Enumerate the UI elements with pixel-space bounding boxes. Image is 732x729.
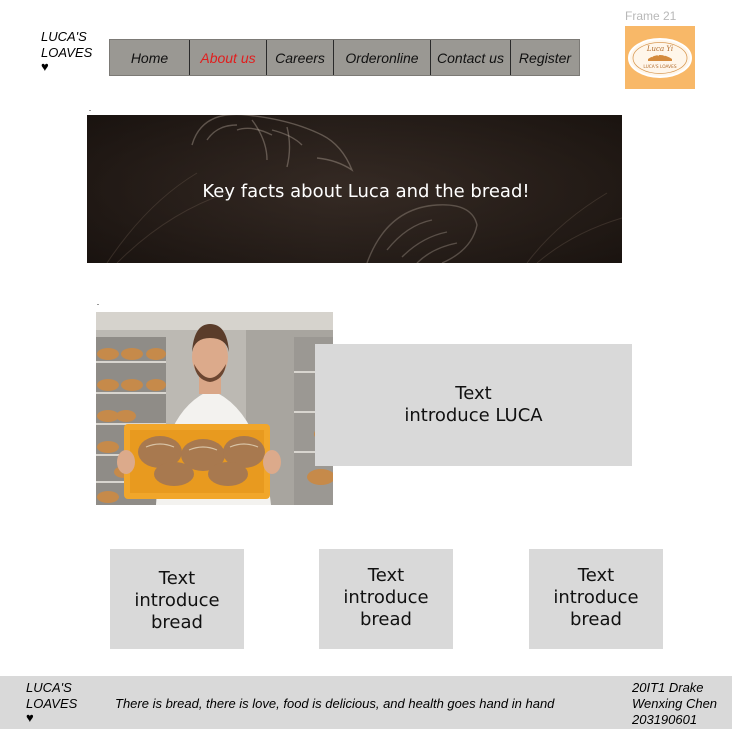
footer-slogan: There is bread, there is love, food is d… [115,696,555,711]
footer-logo-line-2: LOAVES [26,696,78,711]
author-line-3: 203190601 [632,712,698,727]
intro-line-2: introduce LUCA [404,405,543,426]
nav-register[interactable]: Register [511,40,579,75]
footer-logo-line-1: LUCA'S [26,680,72,695]
bread-intro-box-1: Text introduce bread [110,549,244,649]
nav-about-us[interactable]: About us [190,40,267,75]
footer-logo[interactable]: LUCA'S LOAVES ♥ [26,680,77,724]
heart-icon: ♥ [26,710,34,725]
author-line-2: Wenxing Chen [632,696,718,711]
nav-order-online[interactable]: Orderonline [334,40,431,75]
nav-careers[interactable]: Careers [267,40,334,75]
intro-line-1: Text [455,383,492,404]
bread-intro-box-2: Text introduce bread [319,549,453,649]
logo-bottom-text: LUCA'S LOAVES [643,64,676,70]
frame-label: Frame 21 [625,9,677,23]
logo-line-2: LOAVES [41,45,93,60]
divider-mark [89,110,91,111]
logo-top-text: Luca Yi [646,45,673,53]
baker-image [96,312,333,505]
bread-intro-box-3: Text introduce bread [529,549,663,649]
banner-headline: Key facts about Luca and the bread! [202,181,530,202]
main-nav: Home About us Careers Orderonline Contac… [109,39,580,76]
footer-author: 20IT1 Drake Wenxing Chen 203190601 [632,680,717,728]
bread-logo-icon: Luca Yi LUCA'S LOAVES [628,37,692,78]
nav-contact-us[interactable]: Contact us [431,40,511,75]
baker-photo [96,312,333,505]
brand-logo-image: Luca Yi LUCA'S LOAVES [625,26,695,89]
heart-icon: ♥ [41,59,49,74]
logo-line-1: LUCA'S [41,29,87,44]
intro-luca-box: Text introduce LUCA [315,344,632,466]
site-logo[interactable]: LUCA'S LOAVES ♥ [41,29,92,73]
nav-home[interactable]: Home [110,40,190,75]
author-line-1: 20IT1 Drake [632,680,704,695]
page-footer: LUCA'S LOAVES ♥ There is bread, there is… [0,676,732,729]
divider-mark [97,304,99,305]
